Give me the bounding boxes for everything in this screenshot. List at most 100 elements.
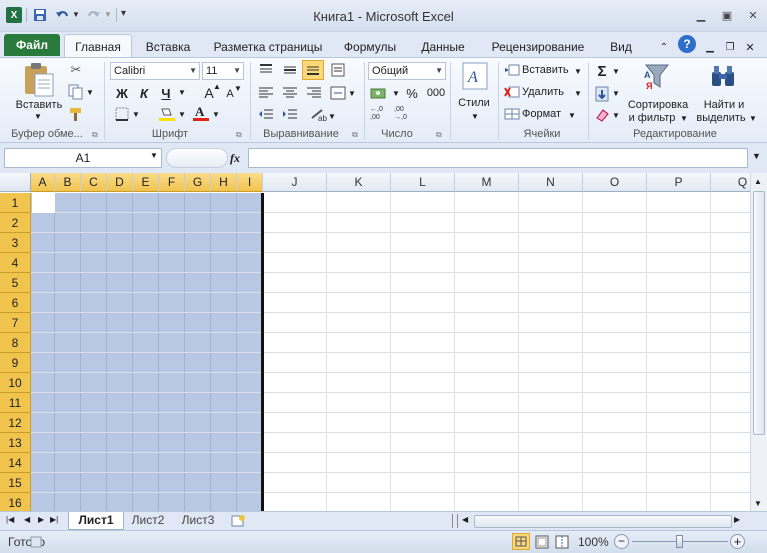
row-header-9[interactable]: 9 [0, 353, 31, 373]
tab-insert[interactable]: Вставка [140, 36, 196, 58]
row-header-14[interactable]: 14 [0, 453, 31, 473]
tab-split-handle[interactable] [452, 514, 458, 528]
sheet-tab-3[interactable]: Лист3 [176, 512, 220, 530]
format-painter-icon[interactable] [68, 106, 84, 122]
row-header-15[interactable]: 15 [0, 473, 31, 493]
name-box-dropdown-icon[interactable]: ▼ [150, 151, 158, 160]
align-right-icon[interactable] [306, 86, 322, 100]
clear-dropdown-icon[interactable]: ▼ [612, 111, 620, 120]
sort-filter-label-1[interactable]: Сортировка [624, 98, 692, 111]
column-header-b[interactable]: B [55, 173, 81, 192]
italic-button[interactable]: К [136, 84, 152, 102]
copy-icon[interactable] [68, 84, 84, 100]
active-cell[interactable] [32, 193, 55, 213]
prev-sheet-icon[interactable]: ◀ [24, 515, 30, 524]
column-header-p[interactable]: P [647, 173, 711, 192]
sort-filter-icon[interactable]: АЯ [642, 62, 672, 92]
font-launcher-icon[interactable]: ⧉ [236, 130, 245, 139]
alignment-launcher-icon[interactable]: ⧉ [352, 130, 361, 139]
fill-dropdown-icon[interactable]: ▼ [612, 89, 620, 98]
workbook-restore-icon[interactable]: ❐ [722, 36, 738, 58]
workbook-minimize-icon[interactable]: ▁ [702, 36, 718, 58]
scroll-down-icon[interactable]: ▼ [754, 499, 762, 508]
fill-color-dropdown-icon[interactable]: ▼ [178, 110, 186, 119]
insert-sheet-icon[interactable] [230, 514, 246, 528]
merge-center-icon[interactable] [330, 85, 346, 101]
zoom-level[interactable]: 100% [578, 535, 609, 549]
format-cells-button[interactable]: Формат [522, 106, 566, 122]
column-header-c[interactable]: C [81, 173, 107, 192]
fill-icon[interactable] [594, 86, 610, 102]
percent-button[interactable]: % [404, 84, 420, 102]
row-header-13[interactable]: 13 [0, 433, 31, 453]
column-header-e[interactable]: E [133, 173, 159, 192]
align-left-icon[interactable] [258, 86, 274, 100]
wrap-dropdown-icon[interactable]: ▼ [328, 112, 336, 121]
row-header-4[interactable]: 4 [0, 253, 31, 273]
currency-dropdown-icon[interactable]: ▼ [392, 89, 400, 98]
zoom-slider-thumb[interactable] [676, 535, 683, 548]
thousands-button[interactable]: 000 [426, 84, 446, 102]
tab-review[interactable]: Рецензирование [486, 36, 590, 58]
tab-view[interactable]: Вид [604, 36, 638, 58]
orientation-icon[interactable] [330, 62, 346, 78]
row-header-7[interactable]: 7 [0, 313, 31, 333]
bold-button[interactable]: Ж [114, 84, 130, 102]
last-sheet-icon[interactable]: ▶| [50, 515, 58, 524]
column-header-g[interactable]: G [185, 173, 211, 192]
page-layout-view-icon[interactable] [534, 534, 550, 550]
expand-formula-bar-icon[interactable]: ▼ [752, 151, 761, 161]
column-header-a[interactable]: A [31, 173, 55, 192]
increase-decimal-icon[interactable]: ←,0,00 [370, 106, 388, 124]
column-header-j[interactable]: J [263, 173, 327, 192]
column-header-f[interactable]: F [159, 173, 185, 192]
delete-cells-icon[interactable] [504, 86, 520, 98]
normal-view-icon[interactable] [512, 533, 530, 550]
first-sheet-icon[interactable]: |◀ [6, 515, 14, 524]
row-header-8[interactable]: 8 [0, 333, 31, 353]
decrease-indent-icon[interactable] [258, 108, 274, 122]
scroll-left-icon[interactable]: ◀ [462, 515, 468, 524]
align-center-icon[interactable] [282, 86, 298, 100]
wrap-text-icon[interactable]: ab [310, 108, 328, 123]
column-header-n[interactable]: N [519, 173, 583, 192]
insert-cells-icon[interactable] [504, 64, 520, 76]
increase-indent-icon[interactable] [282, 108, 298, 122]
sheet-tab-1[interactable]: Лист1 [68, 512, 124, 530]
align-middle-icon[interactable] [282, 63, 298, 77]
clear-icon[interactable] [594, 108, 610, 122]
column-header-m[interactable]: M [455, 173, 519, 192]
tab-page-layout[interactable]: Разметка страницы [210, 36, 326, 58]
insert-function-button[interactable]: fx [230, 151, 240, 166]
column-header-o[interactable]: O [583, 173, 647, 192]
merge-dropdown-icon[interactable]: ▼ [348, 89, 356, 98]
tab-formulas[interactable]: Формулы [338, 36, 402, 58]
column-header-i[interactable]: I [237, 173, 263, 192]
format-dropdown-icon[interactable]: ▼ [568, 111, 576, 120]
zoom-out-icon[interactable]: − [614, 534, 629, 549]
horizontal-scroll-thumb[interactable] [474, 515, 732, 528]
find-select-label-1[interactable]: Найти и [696, 98, 752, 111]
vertical-scrollbar[interactable]: ▲ ▼ [750, 173, 767, 511]
row-header-16[interactable]: 16 [0, 493, 31, 511]
format-cells-icon[interactable] [504, 108, 520, 120]
sort-filter-dropdown-icon[interactable]: ▼ [680, 114, 688, 123]
cut-icon[interactable]: ✂ [68, 62, 84, 78]
name-box[interactable]: A1 [4, 148, 162, 168]
row-header-2[interactable]: 2 [0, 213, 31, 233]
align-top-icon[interactable] [258, 63, 274, 77]
maximize-button[interactable]: ▣ [716, 6, 738, 24]
scroll-right-icon[interactable]: ▶ [734, 515, 740, 524]
formula-splitter[interactable] [166, 148, 228, 168]
number-format-select[interactable]: Общий ▼ [368, 62, 446, 80]
underline-button[interactable]: Ч [158, 84, 174, 102]
formula-input[interactable] [248, 148, 748, 168]
paste-button[interactable]: Вставить [10, 98, 68, 112]
autosum-dropdown-icon[interactable]: ▼ [612, 67, 620, 76]
scroll-up-icon[interactable]: ▲ [754, 177, 762, 186]
fill-color-icon[interactable] [158, 106, 176, 122]
copy-dropdown-icon[interactable]: ▼ [86, 88, 94, 97]
decrease-decimal-icon[interactable]: ,00 →,0 [394, 106, 412, 124]
column-header-h[interactable]: H [211, 173, 237, 192]
column-header-d[interactable]: D [107, 173, 133, 192]
